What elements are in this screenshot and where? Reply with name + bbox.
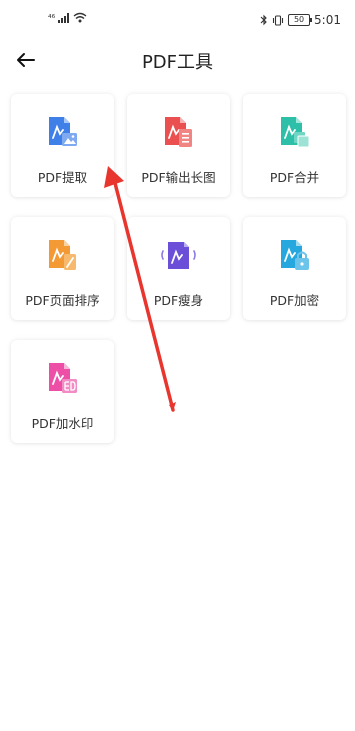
signal-icon xyxy=(58,13,70,23)
bluetooth-icon xyxy=(260,14,267,26)
page-title: PDF工具 xyxy=(141,52,214,73)
clock: 5:01 xyxy=(314,13,341,27)
tool-grid: PDF提取 PDF输出长图 PDF合并 PDF页面排序 PDF瘦身 PDF加密 … xyxy=(11,94,347,443)
status-bar: ⁴⁶ 50 5:01 xyxy=(0,0,355,40)
vibrate-icon xyxy=(272,14,284,26)
pdf-extract-icon xyxy=(49,117,77,146)
tool-card-pdf-long-image[interactable]: PDF输出长图 xyxy=(127,94,230,197)
tool-card-pdf-compress[interactable]: PDF瘦身 xyxy=(127,217,230,320)
pdf-encrypt-icon xyxy=(281,240,309,270)
header: PDF工具 xyxy=(0,40,355,80)
tool-card-pdf-encrypt[interactable]: PDF加密 xyxy=(243,217,346,320)
tool-label: PDF合并 xyxy=(269,170,320,185)
status-right: 50 5:01 xyxy=(260,13,341,27)
status-left: ⁴⁶ xyxy=(48,12,87,24)
pdf-merge-icon xyxy=(281,117,310,148)
pdf-page-sort-icon xyxy=(49,240,76,270)
battery-icon: 50 xyxy=(288,14,313,26)
tool-label: PDF页面排序 xyxy=(25,293,100,308)
tool-label: PDF加密 xyxy=(269,293,320,308)
tool-label: PDF提取 xyxy=(37,170,88,185)
tool-card-pdf-merge[interactable]: PDF合并 xyxy=(243,94,346,197)
tool-label: PDF输出长图 xyxy=(141,170,216,185)
pdf-watermark-icon xyxy=(49,363,77,393)
tool-label: PDF瘦身 xyxy=(153,293,204,308)
wifi-icon xyxy=(73,12,87,23)
tool-label: PDF加水印 xyxy=(31,416,94,431)
tool-card-pdf-page-sort[interactable]: PDF页面排序 xyxy=(11,217,114,320)
pdf-compress-icon xyxy=(161,242,196,269)
tool-card-pdf-extract[interactable]: PDF提取 xyxy=(11,94,114,197)
pdf-long-image-icon xyxy=(165,117,192,147)
tool-card-pdf-watermark[interactable]: PDF加水印 xyxy=(11,340,114,443)
battery-level: 50 xyxy=(293,15,305,24)
network-type: ⁴⁶ xyxy=(48,14,56,24)
